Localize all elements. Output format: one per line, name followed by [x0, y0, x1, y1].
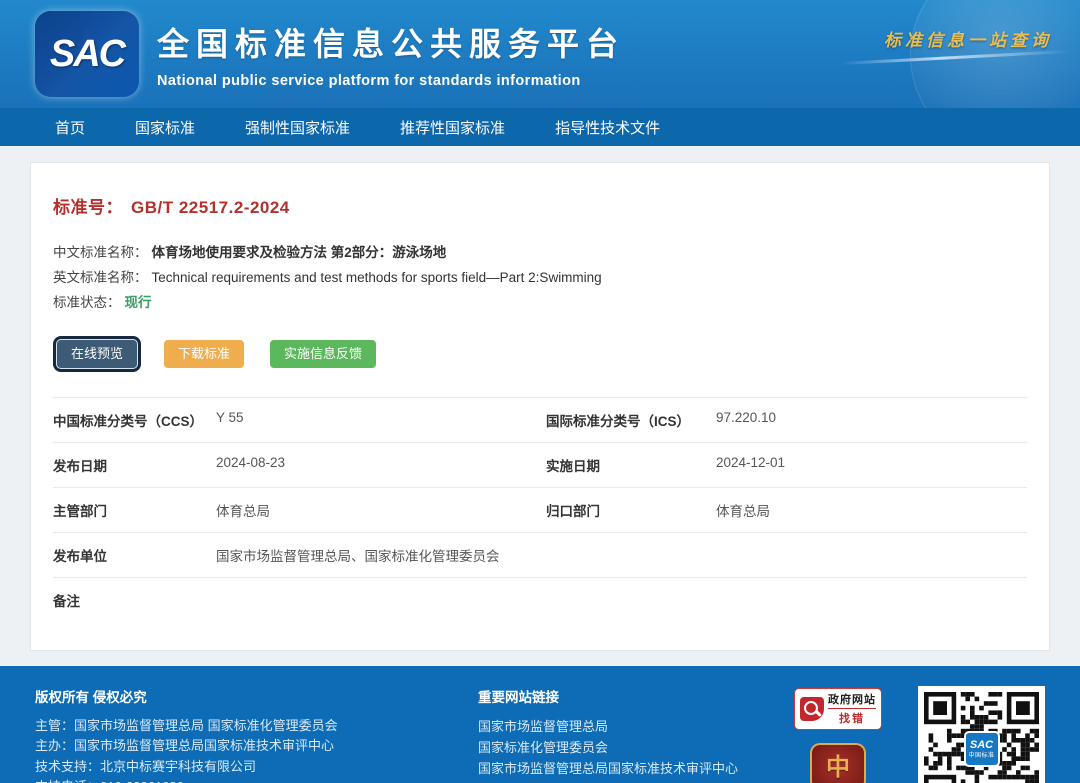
magnifier-icon [800, 697, 824, 721]
detail-row-ccs-ics: 中国标准分类号（CCS） Y 55 国际标准分类号（ICS） 97.220.10 [53, 397, 1027, 442]
authority-dept-label: 主管部门 [53, 500, 216, 520]
nav-item-national-standards[interactable]: 国家标准 [135, 117, 195, 138]
site-header: SAC 全国标准信息公共服务平台 National public service… [0, 0, 1080, 108]
ccs-label: 中国标准分类号（CCS） [53, 410, 216, 430]
content-area: 标准号： GB/T 22517.2-2024 中文标准名称： 体育场地使用要求及检验… [0, 146, 1080, 666]
footer-line-organizer: 主办：国家市场监督管理总局国家标准技术审评中心 [35, 736, 460, 757]
implement-date-value: 2024-12-01 [716, 455, 1027, 470]
qr-logo-cn-text: 中国标准 [968, 753, 994, 759]
centralized-dept-value: 体育总局 [716, 500, 1027, 520]
qr-center-logo: SAC 中国标准 [964, 731, 1000, 767]
standard-number-value: GB/T 22517.2-2024 [131, 198, 290, 217]
gov-badge-line1: 政府网站 [828, 691, 876, 707]
status-label: 标准状态： [53, 295, 121, 310]
field-status: 标准状态： 现行 [53, 290, 1027, 315]
publish-date-value: 2024-08-23 [216, 455, 546, 470]
detail-row-publisher: 发布单位 国家市场监督管理总局、国家标准化管理委员会 [53, 532, 1027, 577]
publisher-label: 发布单位 [53, 545, 216, 565]
site-footer: 版权所有 侵权必究 主管：国家市场监督管理总局 国家标准化管理委员会 主办：国家… [0, 666, 1080, 783]
footer-qr-column: SAC 中国标准 [906, 686, 1045, 783]
ics-value: 97.220.10 [716, 410, 1027, 425]
footer-line-tech-support: 技术支持：北京中标赛宇科技有限公司 [35, 757, 460, 778]
cn-name-value: 体育场地使用要求及检验方法 第2部分：游泳场地 [152, 245, 447, 260]
footer-copyright-column: 版权所有 侵权必究 主管：国家市场监督管理总局 国家标准化管理委员会 主办：国家… [35, 686, 460, 783]
slogan-text: 标准信息一站查询 [884, 26, 1052, 51]
qr-logo-sac-text: SAC [970, 740, 993, 751]
page: SAC 全国标准信息公共服务平台 National public service… [0, 0, 1080, 783]
footer-line-phone: 支持电话：010-82261036 [35, 777, 460, 783]
footer-link-review-center[interactable]: 国家市场监督管理总局国家标准技术审评中心 [478, 758, 770, 779]
detail-table: 中国标准分类号（CCS） Y 55 国际标准分类号（ICS） 97.220.10… [53, 397, 1027, 640]
party-gov-badge[interactable]: 中 党政机关 [810, 743, 866, 783]
standard-detail-panel: 标准号： GB/T 22517.2-2024 中文标准名称： 体育场地使用要求及检验… [30, 162, 1050, 651]
shield-emblem-icon: 中 [826, 755, 850, 779]
qr-code: SAC 中国标准 [918, 686, 1045, 783]
gov-badge-line2: 找错 [828, 708, 876, 726]
publish-date-label: 发布日期 [53, 455, 216, 475]
nav-item-guiding-documents[interactable]: 指导性技术文件 [555, 117, 660, 138]
en-name-label: 英文标准名称： [53, 270, 148, 285]
footer-badges-column: 政府网站 找错 中 党政机关 [788, 686, 888, 783]
implement-date-label: 实施日期 [546, 455, 716, 475]
footer-link-samr[interactable]: 国家市场监督管理总局 [478, 716, 770, 737]
globe-graphic [910, 0, 1080, 108]
sac-logo-text: SAC [50, 33, 124, 76]
footer-links-column: 重要网站链接 国家市场监督管理总局 国家标准化管理委员会 国家市场监督管理总局国… [478, 686, 770, 783]
detail-row-remark: 备注 [53, 577, 1027, 640]
cn-name-label: 中文标准名称： [53, 245, 148, 260]
centralized-dept-label: 归口部门 [546, 500, 716, 520]
gov-badge-text: 政府网站 找错 [828, 691, 876, 726]
site-subtitle: National public service platform for sta… [157, 73, 625, 89]
standard-fields: 中文标准名称： 体育场地使用要求及检验方法 第2部分：游泳场地 英文标准名称： Te… [53, 240, 1027, 315]
site-title: 全国标准信息公共服务平台 [157, 19, 625, 65]
authority-dept-value: 体育总局 [216, 500, 546, 520]
standard-number: 标准号： GB/T 22517.2-2024 [53, 193, 1027, 218]
action-buttons: 在线预览 下载标准 实施信息反馈 [53, 339, 1027, 369]
detail-row-dates: 发布日期 2024-08-23 实施日期 2024-12-01 [53, 442, 1027, 487]
main-nav: 首页 国家标准 强制性国家标准 推荐性国家标准 指导性技术文件 [0, 108, 1080, 146]
ccs-value: Y 55 [216, 410, 546, 425]
status-badge: 现行 [125, 295, 152, 310]
publisher-value: 国家市场监督管理总局、国家标准化管理委员会 [216, 545, 1027, 565]
detail-row-departments: 主管部门 体育总局 归口部门 体育总局 [53, 487, 1027, 532]
gov-site-error-badge[interactable]: 政府网站 找错 [794, 688, 882, 730]
light-streak [840, 50, 1070, 65]
download-standard-button[interactable]: 下载标准 [164, 340, 244, 368]
nav-item-home[interactable]: 首页 [55, 117, 85, 138]
footer-line-supervisor: 主管：国家市场监督管理总局 国家标准化管理委员会 [35, 716, 460, 737]
en-name-value: Technical requirements and test methods … [152, 270, 602, 285]
title-block: 全国标准信息公共服务平台 National public service pla… [157, 19, 625, 89]
online-preview-button[interactable]: 在线预览 [56, 339, 138, 369]
nav-item-mandatory-standards[interactable]: 强制性国家标准 [245, 117, 350, 138]
field-cn-name: 中文标准名称： 体育场地使用要求及检验方法 第2部分：游泳场地 [53, 240, 1027, 265]
sac-logo[interactable]: SAC [35, 11, 139, 97]
remark-label: 备注 [53, 590, 216, 610]
footer-link-sac[interactable]: 国家标准化管理委员会 [478, 737, 770, 758]
copyright-heading: 版权所有 侵权必究 [35, 686, 460, 706]
nav-item-recommended-standards[interactable]: 推荐性国家标准 [400, 117, 505, 138]
ics-label: 国际标准分类号（ICS） [546, 410, 716, 430]
standard-number-label: 标准号： [53, 198, 123, 217]
implementation-feedback-button[interactable]: 实施信息反馈 [270, 340, 376, 368]
field-en-name: 英文标准名称： Technical requirements and test m… [53, 265, 1027, 290]
links-heading: 重要网站链接 [478, 686, 770, 706]
header-art: 标准信息一站查询 [800, 0, 1080, 108]
